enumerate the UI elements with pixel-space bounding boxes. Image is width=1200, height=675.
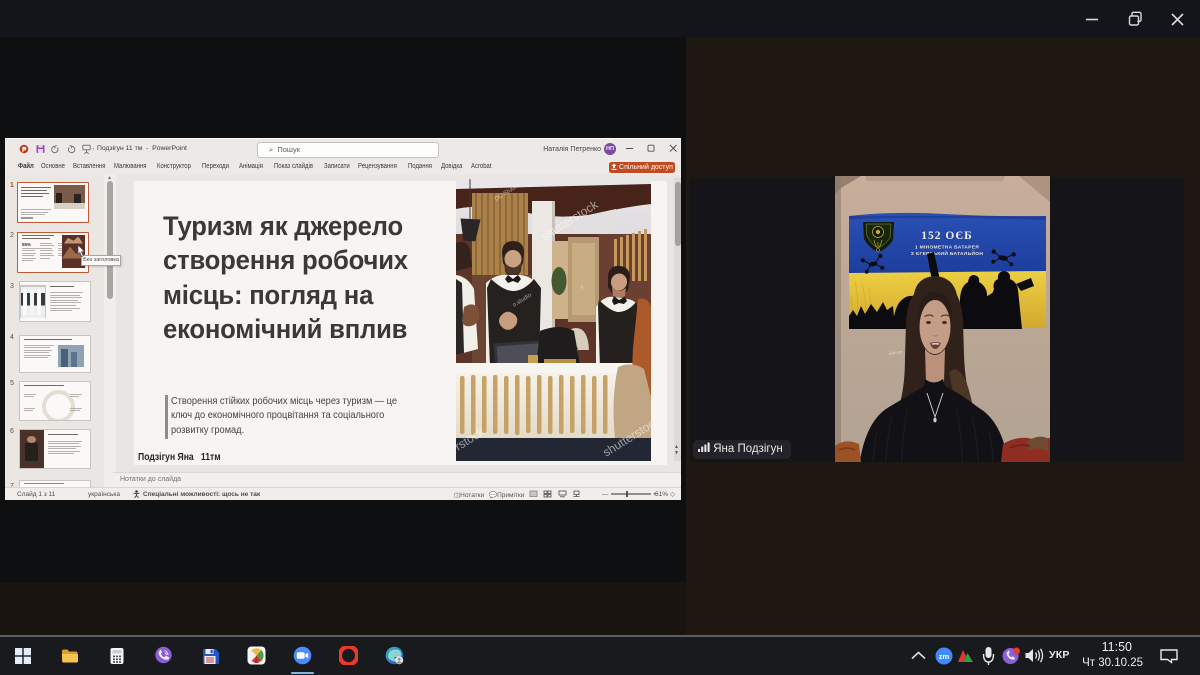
svg-text:1 МІНОМЕТНА БАТАРЕЯ: 1 МІНОМЕТНА БАТАРЕЯ [915,245,979,251]
svg-text:152 ОЄБ: 152 ОЄБ [921,230,972,242]
svg-text:zm: zm [939,652,950,661]
